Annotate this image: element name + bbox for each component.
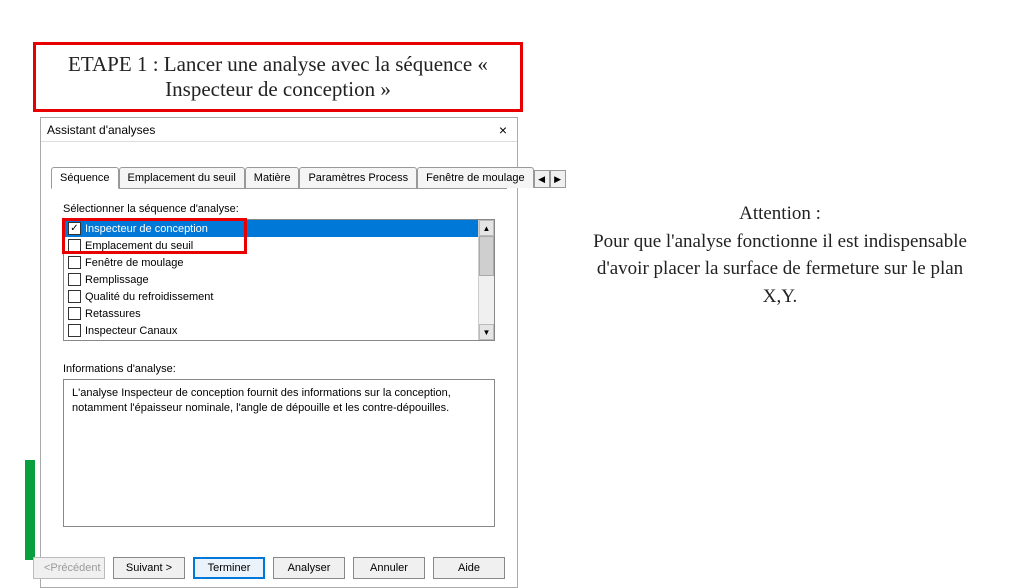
button-row: <Précédent Suivant > Terminer Analyser A… bbox=[41, 557, 517, 579]
step-title: ETAPE 1 : Lancer une analyse avec la séq… bbox=[33, 42, 523, 112]
tab-sequence[interactable]: Séquence bbox=[51, 167, 119, 189]
tab-row: Séquence Emplacement du seuil Matière Pa… bbox=[51, 166, 507, 189]
dialog-title: Assistant d'analyses bbox=[47, 123, 155, 137]
list-item-fenetre-moulage[interactable]: Fenêtre de moulage bbox=[64, 254, 478, 271]
checkbox-icon[interactable] bbox=[68, 290, 81, 303]
list-item-inspecteur-conception[interactable]: ✓ Inspecteur de conception bbox=[64, 220, 478, 237]
list-item-label: Remplissage bbox=[85, 274, 149, 286]
list-item-label: Retassures bbox=[85, 308, 141, 320]
tab-scroll: ◀ ▶ bbox=[534, 170, 566, 188]
tab-scroll-left-icon[interactable]: ◀ bbox=[534, 170, 550, 188]
analysis-wizard-dialog: Assistant d'analyses × Séquence Emplacem… bbox=[40, 117, 518, 588]
checkbox-icon[interactable] bbox=[68, 256, 81, 269]
list-items: ✓ Inspecteur de conception Emplacement d… bbox=[64, 220, 478, 340]
list-item-qualite-refroidissement[interactable]: Qualité du refroidissement bbox=[64, 288, 478, 305]
info-textarea: L'analyse Inspecteur de conception fourn… bbox=[63, 379, 495, 527]
list-item-label: Inspecteur Canaux bbox=[85, 325, 177, 337]
list-item-label: Inspecteur de conception bbox=[85, 223, 208, 235]
select-sequence-label: Sélectionner la séquence d'analyse: bbox=[63, 203, 495, 215]
checkbox-icon[interactable] bbox=[68, 307, 81, 320]
sequence-listbox[interactable]: ✓ Inspecteur de conception Emplacement d… bbox=[63, 219, 495, 341]
scroll-up-icon[interactable]: ▲ bbox=[479, 220, 494, 236]
dialog-titlebar: Assistant d'analyses × bbox=[41, 118, 517, 142]
list-item-inspecteur-canaux[interactable]: Inspecteur Canaux bbox=[64, 322, 478, 339]
info-label: Informations d'analyse: bbox=[63, 363, 495, 375]
cancel-button[interactable]: Annuler bbox=[353, 557, 425, 579]
decorative-green-bar bbox=[25, 460, 35, 560]
previous-button: <Précédent bbox=[33, 557, 105, 579]
attention-note: Attention :Pour que l'analyse fonctionne… bbox=[580, 200, 980, 310]
list-item-retassures[interactable]: Retassures bbox=[64, 305, 478, 322]
next-button[interactable]: Suivant > bbox=[113, 557, 185, 579]
tab-parametres-process[interactable]: Paramètres Process bbox=[299, 167, 417, 188]
finish-button[interactable]: Terminer bbox=[193, 557, 265, 579]
scrollbar-thumb[interactable] bbox=[479, 236, 494, 276]
help-button[interactable]: Aide bbox=[433, 557, 505, 579]
checkbox-icon[interactable] bbox=[68, 273, 81, 286]
list-scrollbar[interactable]: ▲ ▼ bbox=[478, 220, 494, 340]
list-item-label: Qualité du refroidissement bbox=[85, 291, 213, 303]
list-item-emplacement-seuil[interactable]: Emplacement du seuil bbox=[64, 237, 478, 254]
list-item-label: Emplacement du seuil bbox=[85, 240, 193, 252]
close-icon[interactable]: × bbox=[495, 122, 511, 138]
tab-matiere[interactable]: Matière bbox=[245, 167, 300, 188]
tab-fenetre-moulage[interactable]: Fenêtre de moulage bbox=[417, 167, 533, 188]
list-item-label: Fenêtre de moulage bbox=[85, 257, 183, 269]
scroll-down-icon[interactable]: ▼ bbox=[479, 324, 494, 340]
tab-scroll-right-icon[interactable]: ▶ bbox=[550, 170, 566, 188]
analyze-button[interactable]: Analyser bbox=[273, 557, 345, 579]
checkbox-icon[interactable] bbox=[68, 324, 81, 337]
list-item-remplissage[interactable]: Remplissage bbox=[64, 271, 478, 288]
checkbox-checked-icon[interactable]: ✓ bbox=[68, 222, 81, 235]
tab-emplacement-seuil[interactable]: Emplacement du seuil bbox=[119, 167, 245, 188]
checkbox-icon[interactable] bbox=[68, 239, 81, 252]
